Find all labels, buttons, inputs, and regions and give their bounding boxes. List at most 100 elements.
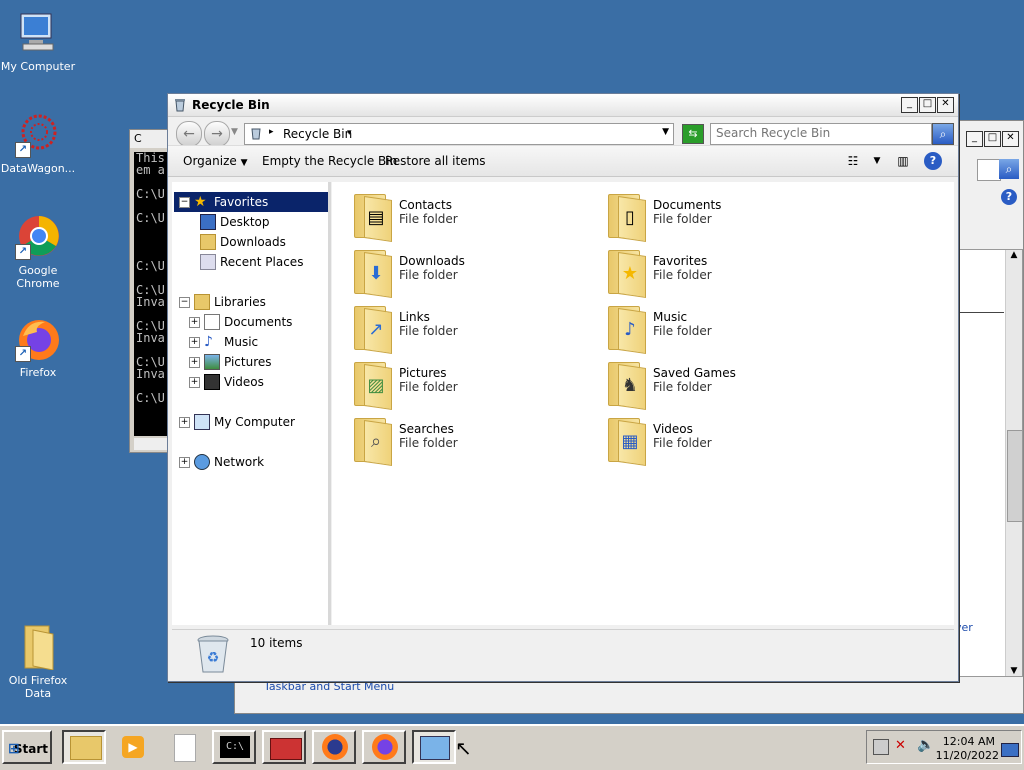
empty-recycle-bin-button[interactable]: Empty the Recycle Bin [262, 154, 397, 168]
collapse-icon[interactable]: − [179, 196, 190, 208]
expand-icon[interactable]: + [189, 376, 200, 388]
desktop-icon-old-firefox-data[interactable]: Old Firefox Data [0, 624, 76, 700]
list-item[interactable]: ▨ Pictures File folder [350, 360, 600, 412]
taskbar-notepad-button[interactable] [162, 730, 206, 764]
address-field[interactable]: ▸ Recycle Bin ▾ ▼ [244, 123, 674, 145]
item-type: File folder [653, 324, 712, 338]
restore-all-items-button[interactable]: Restore all items [385, 154, 486, 168]
desktop-icon-label: DataWagon... [0, 162, 76, 175]
back-button[interactable]: ← [176, 121, 202, 147]
bg-close-button[interactable]: ✕ [1002, 131, 1019, 147]
media-player-icon: ▶ [122, 736, 144, 758]
download-arrow-icon: ⬇ [368, 263, 384, 284]
item-name: Links [399, 310, 430, 324]
expand-icon[interactable]: + [189, 356, 200, 368]
help-icon[interactable]: ? [924, 152, 942, 170]
minimize-button[interactable]: _ [901, 97, 918, 113]
expand-icon[interactable]: + [189, 316, 200, 328]
view-options-icon[interactable]: ☷ [844, 152, 862, 170]
breadcrumb-chevron-icon[interactable]: ▸ [269, 127, 274, 137]
bg-help-icon[interactable]: ? [1001, 189, 1017, 205]
scroll-down-icon[interactable]: ▼ [1006, 666, 1022, 676]
volume-icon[interactable]: 🔈 [917, 737, 934, 753]
forward-button[interactable]: → [204, 121, 230, 147]
nav-item-music[interactable]: + ♪ Music [172, 332, 345, 352]
desktop-icon-chrome[interactable]: ↗ Google Chrome [0, 214, 76, 290]
desktop-icon-datawagon[interactable]: ↗ DataWagon... [0, 112, 76, 175]
refresh-button[interactable]: ⇆ [682, 124, 704, 144]
network-tray-icon[interactable] [873, 739, 889, 755]
collapse-icon[interactable]: − [179, 296, 190, 308]
star-icon: ★ [194, 194, 207, 210]
document-icon: ▯ [625, 207, 635, 228]
nav-item-libraries[interactable]: − Libraries [172, 292, 335, 312]
nav-item-recent-places[interactable]: Recent Places [172, 252, 356, 272]
maximize-button[interactable]: □ [919, 97, 936, 113]
recycle-bin-window[interactable]: Recycle Bin _ □ ✕ ← → ▼ ▸ Recycle Bin ▾ … [167, 93, 959, 682]
system-tray: ✕ 🔈 12:04 AM 11/20/2022 [866, 730, 1022, 764]
bg-scrollbar[interactable]: ▲ ▼ [1005, 250, 1023, 676]
item-name: Saved Games [653, 366, 736, 380]
network-icon [194, 454, 210, 470]
taskbar-firefox-button[interactable] [312, 730, 356, 764]
nav-item-my-computer[interactable]: + My Computer [172, 412, 335, 432]
title-bar[interactable]: Recycle Bin _ □ ✕ [168, 94, 958, 117]
bg-search-icon[interactable]: ⌕ [999, 159, 1019, 179]
nav-label: My Computer [214, 415, 295, 429]
scroll-up-icon[interactable]: ▲ [1006, 250, 1022, 260]
nav-item-pictures[interactable]: + Pictures [172, 352, 345, 372]
list-item[interactable]: ★ Favorites File folder [604, 248, 854, 300]
item-name: Documents [653, 198, 722, 212]
nav-item-downloads[interactable]: Downloads [172, 232, 356, 252]
clock-time[interactable]: 12:04 AM [943, 735, 995, 748]
bg-maximize-button[interactable]: □ [984, 131, 1001, 147]
search-icon[interactable]: ⌕ [932, 123, 954, 145]
list-item[interactable]: ▦ Videos File folder [604, 416, 854, 468]
bg-minimize-button[interactable]: _ [966, 131, 983, 147]
taskbar-cmd-button[interactable]: C:\ [212, 730, 256, 764]
close-button[interactable]: ✕ [937, 97, 954, 113]
expand-icon[interactable]: + [189, 336, 200, 348]
nav-item-videos[interactable]: + Videos [172, 372, 345, 392]
show-desktop-icon[interactable] [1001, 743, 1019, 757]
search-box[interactable] [710, 123, 932, 145]
list-item[interactable]: ▯ Documents File folder [604, 192, 854, 244]
list-item[interactable]: ↗ Links File folder [350, 304, 600, 356]
star-icon: ★ [621, 263, 639, 284]
taskbar-media-player-button[interactable]: ▶ [112, 730, 156, 764]
desktop-icon-label: Google Chrome [16, 264, 60, 290]
start-button[interactable]: ⊞ Start [2, 730, 52, 764]
folder-icon: ↗ [350, 304, 392, 354]
list-item[interactable]: ▤ Contacts File folder [350, 192, 600, 244]
expand-icon[interactable]: + [179, 456, 190, 468]
view-dropdown-icon[interactable]: ▼ [868, 152, 886, 170]
taskbar-control-panel-button[interactable] [412, 730, 456, 764]
list-item[interactable]: ♞ Saved Games File folder [604, 360, 854, 412]
breadcrumb-dropdown-icon[interactable]: ▾ [347, 128, 352, 138]
list-item[interactable]: ♪ Music File folder [604, 304, 854, 356]
taskbar-explorer-button[interactable] [62, 730, 106, 764]
search-input[interactable] [711, 124, 916, 142]
list-item[interactable]: ⌕ Searches File folder [350, 416, 600, 468]
folder-icon: ▯ [604, 192, 646, 242]
desktop-icon-my-computer[interactable]: My Computer [0, 10, 76, 73]
nav-item-documents[interactable]: + Documents [172, 312, 345, 332]
organize-button[interactable]: Organize ▼ [183, 154, 248, 168]
security-alert-icon[interactable]: ✕ [895, 738, 906, 753]
desktop-icon-firefox[interactable]: ↗ Firefox [0, 316, 76, 379]
clock-date[interactable]: 11/20/2022 [936, 749, 999, 762]
preview-pane-icon[interactable]: ▥ [894, 152, 912, 170]
windows-logo-icon: ⊞ [8, 741, 20, 757]
taskbar-toolbox-button[interactable] [262, 730, 306, 764]
list-item[interactable]: ⬇ Downloads File folder [350, 248, 600, 300]
nav-item-desktop[interactable]: Desktop [172, 212, 356, 232]
taskbar-firefox-new-button[interactable] [362, 730, 406, 764]
breadcrumb[interactable]: Recycle Bin [283, 127, 352, 141]
address-dropdown-icon[interactable]: ▼ [662, 127, 669, 137]
bg-search-box[interactable] [977, 159, 1001, 181]
nav-item-network[interactable]: + Network [172, 452, 335, 472]
expand-icon[interactable]: + [179, 416, 190, 428]
bg-scroll-thumb[interactable] [1007, 430, 1023, 522]
recent-pages-chevron-icon[interactable]: ▼ [231, 127, 238, 137]
nav-item-favorites[interactable]: − ★ Favorites [174, 192, 328, 212]
